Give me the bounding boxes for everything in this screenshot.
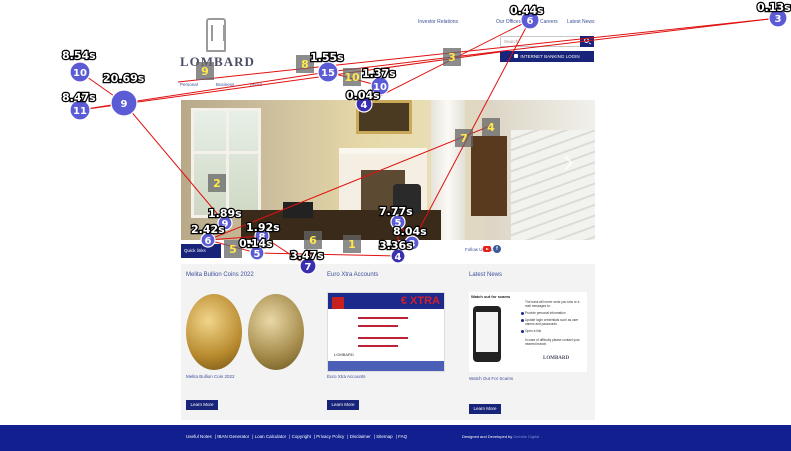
quick-links-label[interactable]: Quick links [181,244,221,258]
footer-credit: Designed and Developed by Deloitte Digit… [462,434,540,439]
gaze-path-line [363,19,531,105]
coin-back-image [248,294,304,370]
card-title: Latest News [469,272,503,278]
top-nav: Investor Relations Our Offices Careers L… [0,19,791,31]
painting-image [356,100,412,134]
gaze-duration-label: 8.47s [62,91,96,104]
footer-link-copyright[interactable]: Copyright [292,434,311,439]
search-icon [584,38,589,43]
learn-more-button[interactable]: Learn More [327,400,359,410]
cabinet-image [471,136,507,216]
footer-link-sitemap[interactable]: Sitemap [376,434,393,439]
gaze-fixation-square [224,240,242,258]
gaze-path-line [79,102,125,111]
nav-investor-relations[interactable]: Investor Relations [418,19,458,25]
scam-logo: LOMBARD [543,356,570,361]
scams-image[interactable]: Watch out for scams The bank will never … [469,292,587,372]
nav-careers[interactable]: Careers [540,19,558,25]
footer-link-iban-generator[interactable]: IBAN Generator [217,434,249,439]
gaze-duration-label: 1.55s [310,51,344,64]
page: LOMBARD Investor Relations Our Offices C… [0,0,791,451]
card-euro-xtra: Euro Xtra Accounts € XTRA LOMBARD Euro X… [322,264,450,420]
hero-banner [181,100,595,240]
gaze-square-label: 3 [448,51,456,64]
footer-link-useful-notes[interactable]: Useful Notes [186,434,212,439]
gaze-square-label: 5 [229,243,237,256]
gaze-circle-label: 3 [409,239,416,250]
youtube-icon[interactable] [483,246,491,252]
gaze-fixation-circle [390,248,406,264]
euro-xtra-flyer-image[interactable]: € XTRA LOMBARD [327,292,445,372]
gaze-duration-label: 8.54s [62,49,96,62]
xtra-logo: € XTRA [400,295,440,307]
gaze-fixation-circle [110,89,138,117]
gaze-fixation-circle [317,61,339,83]
internet-banking-login-button[interactable]: INTERNET BANKING LOGIN [500,51,594,62]
learn-more-button[interactable]: Learn More [469,404,501,414]
footer-link-disclaimer[interactable]: Disclaimer [350,434,371,439]
footer-link-faq[interactable]: FAQ [398,434,407,439]
gaze-duration-label: 20.69s [103,72,145,85]
gaze-fixation-square [296,55,314,73]
nav-business[interactable]: Business [216,82,234,87]
gaze-circle-label: 11 [73,106,87,117]
learn-more-button[interactable]: Learn More [186,400,218,410]
coin-front-image [186,294,242,370]
footer-links: Useful Notes | IBAN Generator | Loan Calcu… [186,434,408,439]
card-title[interactable]: Melita Bullion Coins 2022 [186,272,254,278]
gaze-duration-label: 3.47s [290,249,324,262]
gaze-duration-label: 0.44s [510,4,544,17]
coins-image[interactable] [186,292,304,372]
card-melita-coins: Melita Bullion Coins 2022 Melita Bullion… [181,264,309,420]
facebook-icon[interactable]: f [493,245,501,253]
flyer-logo: LOMBARD [334,352,354,357]
lock-icon [514,54,519,58]
login-label: INTERNET BANKING LOGIN [520,54,580,59]
gaze-path-line [261,235,309,267]
logo-text: LOMBARD [180,54,255,69]
gaze-circle-label: 9 [121,99,128,110]
desk-image [241,210,441,240]
gaze-circle-label: 5 [254,249,261,260]
gaze-circle-label: 10 [73,68,87,79]
nav-latest-news[interactable]: Latest News [567,19,595,25]
nav-our-offices[interactable]: Our Offices [496,19,521,25]
gaze-fixation-circle [69,99,91,121]
nav-personal[interactable]: Personal [180,82,198,87]
staircase-image [511,130,595,240]
gaze-square-label: 10 [344,71,360,84]
card-latest-news: Latest News Watch out for scams The bank… [464,264,592,420]
search-button[interactable] [580,36,594,47]
developer-link[interactable]: Deloitte Digital [513,434,539,439]
window-image [191,108,261,218]
gaze-duration-label: 1.37s [362,67,396,80]
gaze-square-label: 8 [301,58,309,71]
gaze-fixation-square [343,68,361,86]
chair-image [393,184,421,214]
card-caption[interactable]: Watch Out For Scams [469,376,513,381]
card-title[interactable]: Euro Xtra Accounts [327,272,378,278]
gaze-duration-label: 0.13s [757,1,791,14]
gaze-fixation-circle [249,245,265,261]
gaze-duration-label: 3.36s [379,239,413,252]
card-caption[interactable]: Melita Bullion Coin 2022 [186,374,235,379]
gaze-path-line [327,71,381,87]
gaze-circle-label: 15 [321,68,335,79]
gaze-fixation-square [443,48,461,66]
footer-link-loan-calculator[interactable]: Loan Calculator [255,434,287,439]
phone-icon [473,306,501,362]
gaze-circle-label: 4 [395,252,402,263]
gaze-circle-label: 10 [373,82,387,93]
scam-heading: Watch out for scams [471,294,511,299]
gaze-fixation-circle [370,76,390,96]
footer-link-privacy-policy[interactable]: Privacy Policy [316,434,344,439]
gaze-path-line [256,252,399,257]
nav-about[interactable]: About [250,82,262,87]
gaze-fixation-circle [69,61,91,83]
printer-image [283,202,313,218]
gaze-path-line [79,71,125,104]
card-caption[interactable]: Euro Xtra Accounts [327,374,366,379]
